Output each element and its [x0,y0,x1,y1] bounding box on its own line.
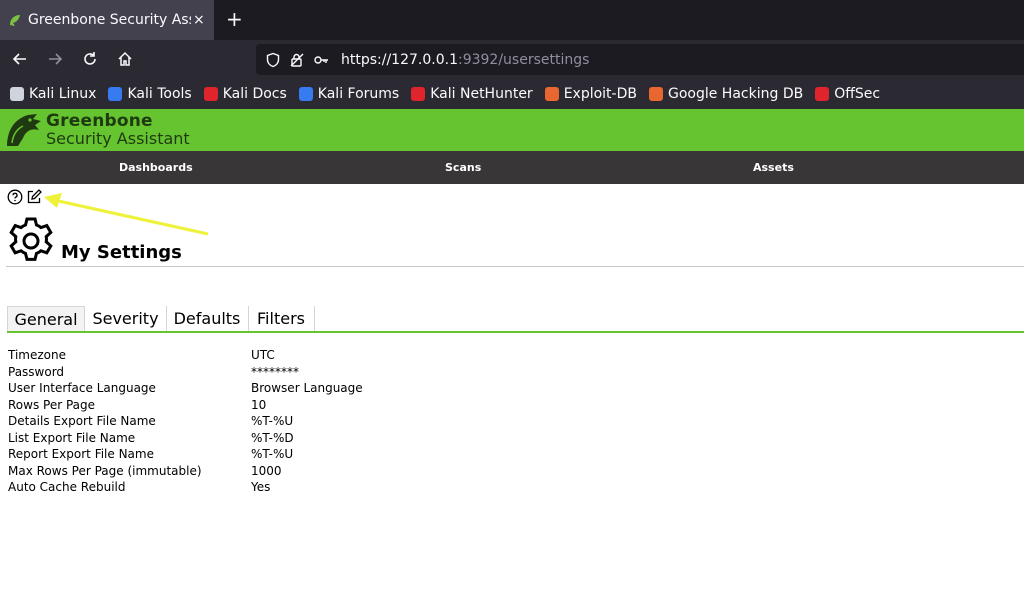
ghdb-icon [648,86,663,101]
page-header: My Settings [6,216,1024,267]
brand-name: Greenbone [46,111,153,131]
bookmark-label: OffSec [834,85,881,102]
tab-general[interactable]: General [7,306,85,331]
table-row: Details Export File Name %T-%U [8,413,363,430]
bookmark-label: Kali Tools [127,85,192,102]
bookmark-kali-nethunter[interactable]: Kali NetHunter [411,85,533,102]
tab-severity[interactable]: Severity [85,306,167,331]
bookmark-kali-docs[interactable]: Kali Docs [203,85,287,102]
bookmark-label: Kali Linux [29,85,97,102]
setting-name: List Export File Name [8,430,136,445]
url-path: :9392/usersettings [457,51,590,68]
tab-title: Greenbone Security Assist [28,12,191,28]
url-bar[interactable]: https://127.0.0.1:9392/usersettings [256,44,1024,75]
bookmark-exploit-db[interactable]: Exploit-DB [544,85,637,102]
table-row: Password ******** [8,364,363,381]
tab-filters[interactable]: Filters [248,306,315,331]
brand-subtitle: Security Assistant [46,129,190,148]
reload-icon[interactable] [80,49,100,69]
setting-name: Auto Cache Rebuild [8,480,126,494]
bookmark-offsec[interactable]: OffSec [815,86,880,102]
table-row: List Export File Name %T-%D [8,430,363,447]
bookmark-label: Kali NetHunter [430,85,533,102]
app-header: Greenbone Security Assistant [0,109,1024,151]
page-title: My Settings [61,242,182,263]
bookmark-label: Kali Docs [222,85,287,102]
tab-defaults[interactable]: Defaults [166,306,249,331]
new-tab-button[interactable]: + [226,8,243,30]
table-row: Report Export File Name %T-%U [8,446,363,463]
home-icon[interactable] [115,49,135,69]
kali-dragon-icon [10,86,24,101]
settings-gear-icon [9,217,53,261]
setting-name: Max Rows Per Page (immutable) [8,463,202,478]
setting-value: 10 [251,397,267,412]
setting-name: User Interface Language [8,381,156,395]
browser-tab-bar: Greenbone Security Assist × + [0,0,1024,40]
shield-icon[interactable] [265,52,281,68]
setting-value: Yes [251,480,271,494]
setting-name: Password [8,364,65,379]
menu-scans[interactable]: Scans [445,151,481,184]
close-tab-icon[interactable]: × [193,12,205,28]
table-row: Rows Per Page 10 [8,397,363,414]
menu-assets[interactable]: Assets [753,151,794,184]
kali-forums-icon [298,86,313,101]
setting-value: %T-%U [251,414,294,428]
url-text: https://127.0.0.1:9392/usersettings [341,52,589,68]
bookmark-kali-forums[interactable]: Kali Forums [298,85,400,102]
bookmark-google-hacking-db[interactable]: Google Hacking DB [648,85,804,102]
setting-value: Browser Language [251,381,363,395]
bookmark-label: Google Hacking DB [667,85,804,102]
table-row: User Interface Language Browser Language [8,380,363,397]
table-row: Max Rows Per Page (immutable) 1000 [8,463,363,480]
setting-name: Report Export File Name [8,447,154,461]
main-menu: Dashboards Scans Assets [0,151,1024,184]
offsec-icon [815,86,830,101]
url-host: https://127.0.0.1 [341,51,458,68]
browser-tab[interactable]: Greenbone Security Assist × [0,0,214,40]
settings-tabs: General Severity Defaults Filters [7,306,1024,333]
greenbone-favicon-icon [8,13,22,27]
setting-name: Timezone [8,348,66,362]
bookmarks-bar: Kali Linux Kali Tools Kali Docs Kali Forums… [0,78,1024,109]
table-row: Auto Cache Rebuild Yes [8,479,363,496]
forward-arrow-icon[interactable] [45,49,65,69]
nethunter-icon [411,86,426,101]
setting-value: %T-%D [251,430,294,445]
setting-value: ******** [251,364,299,379]
settings-table: Timezone UTC Password ******** User Interfac… [8,347,363,496]
greenbone-logo-icon[interactable] [4,111,44,149]
setting-name: Details Export File Name [8,414,156,428]
setting-value: %T-%U [251,447,294,461]
menu-dashboards[interactable]: Dashboards [119,151,193,184]
setting-name: Rows Per Page [8,397,96,412]
insecure-lock-icon[interactable] [289,52,305,68]
setting-value: 1000 [251,463,282,478]
exploit-db-icon [544,86,559,101]
bookmark-kali-tools[interactable]: Kali Tools [108,85,192,102]
back-arrow-icon[interactable] [10,49,30,69]
table-row: Timezone UTC [8,347,363,364]
bookmark-label: Kali Forums [317,85,400,102]
key-icon[interactable] [313,52,329,68]
bookmark-label: Exploit-DB [563,85,637,102]
kali-tools-icon [108,86,123,101]
kali-docs-icon [203,86,218,101]
setting-value: UTC [251,348,275,362]
bookmark-kali-linux[interactable]: Kali Linux [10,86,96,102]
help-icon[interactable] [7,189,23,205]
